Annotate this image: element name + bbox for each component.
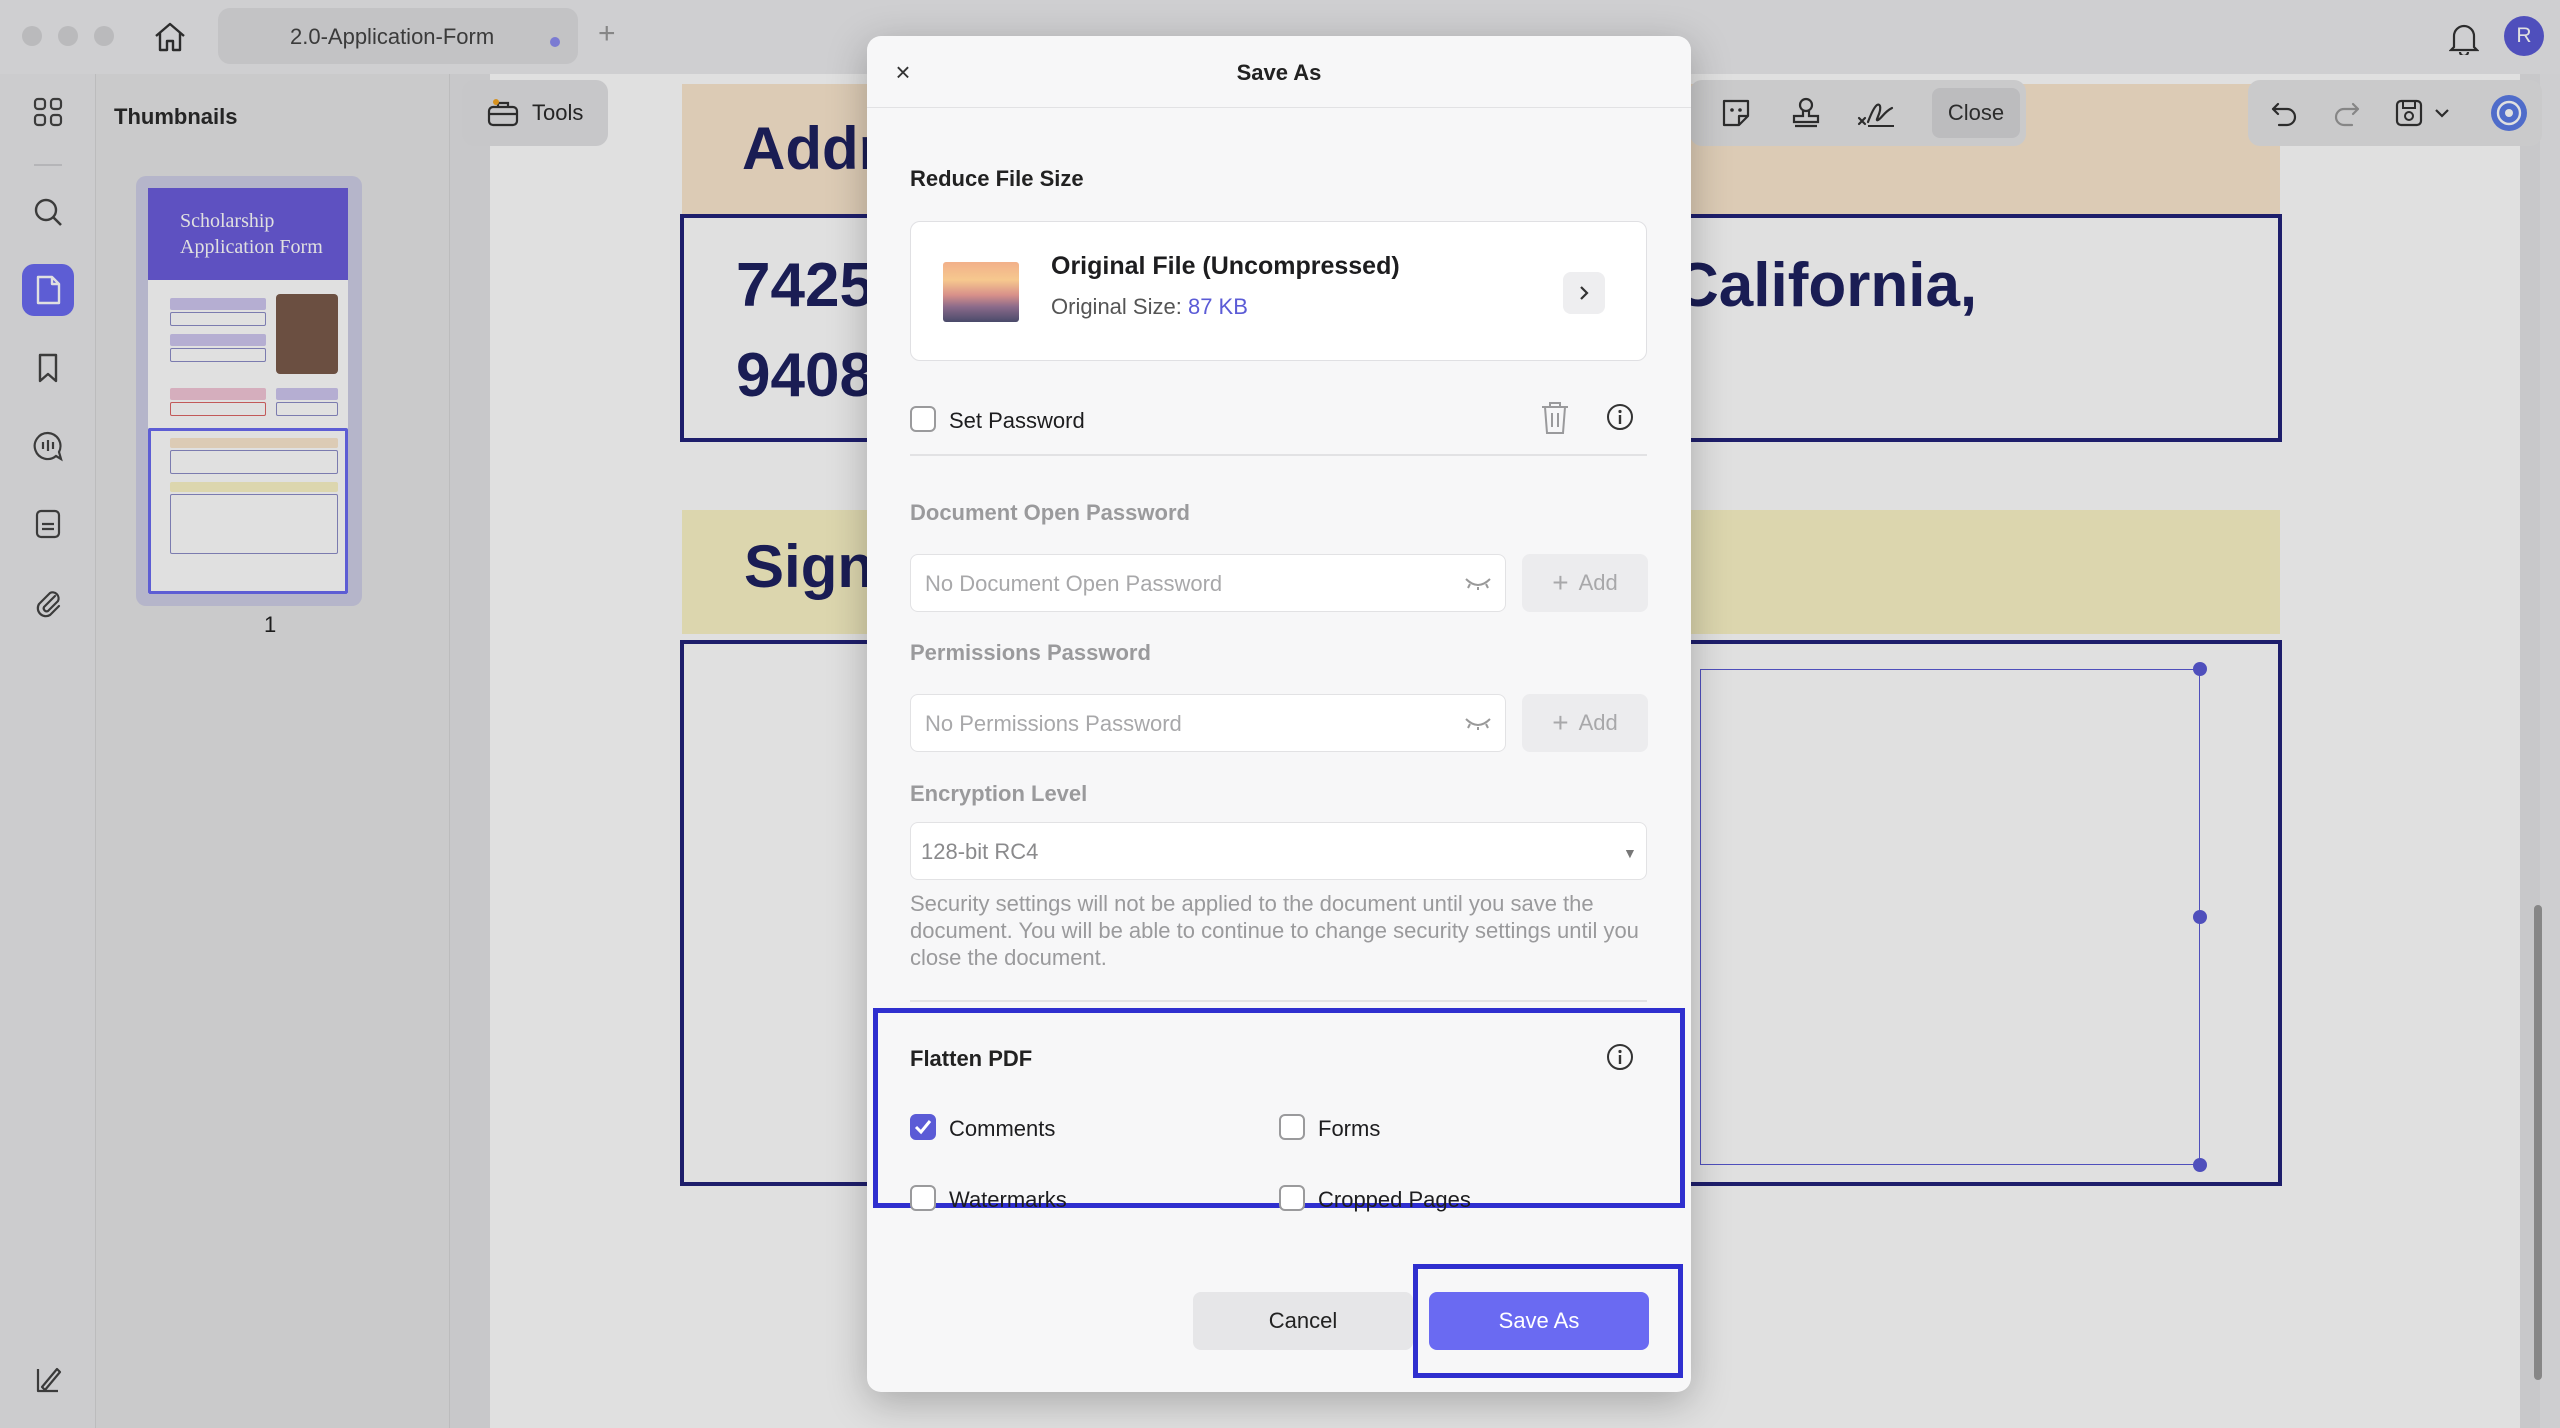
eye-closed-icon[interactable] (1464, 575, 1492, 591)
dialog-title: Save As (1236, 60, 1322, 85)
chevron-right-icon (1580, 286, 1589, 300)
flatten-forms-label: Forms (1318, 1116, 1381, 1141)
dropdown-caret-icon: ▼ (1623, 845, 1637, 861)
flatten-cropped-pages-label: Cropped Pages (1318, 1187, 1471, 1212)
save-as-dialog: × Save As Reduce File Size Original File… (867, 36, 1691, 1392)
flatten-comments-label: Comments (949, 1116, 1056, 1141)
divider (910, 454, 1647, 456)
permissions-password-placeholder: No Permissions Password (925, 711, 1182, 736)
reduce-file-size-label: Reduce File Size (910, 166, 1084, 191)
add-open-password-label: Add (1578, 570, 1618, 595)
checkmark-icon (914, 1120, 932, 1135)
file-option-expand-button[interactable] (1563, 272, 1605, 314)
add-permissions-password-label: Add (1578, 710, 1618, 735)
file-thumbnail-image (943, 262, 1019, 322)
open-password-input[interactable]: No Document Open Password (910, 554, 1506, 612)
cancel-button[interactable]: Cancel (1193, 1292, 1413, 1350)
set-password-checkbox[interactable] (910, 406, 936, 432)
file-size-label: Original Size: (1051, 294, 1182, 319)
plus-icon: + (1552, 567, 1569, 598)
flatten-highlight-box (873, 1008, 1685, 1208)
open-password-label: Document Open Password (910, 500, 1190, 525)
permissions-password-input[interactable]: No Permissions Password (910, 694, 1506, 752)
save-as-button[interactable]: Save As (1429, 1292, 1649, 1350)
info-icon (1607, 1044, 1633, 1070)
plus-icon: + (1552, 707, 1569, 738)
delete-password-button[interactable] (1539, 400, 1575, 438)
add-open-password-button[interactable]: + Add (1522, 554, 1648, 612)
flatten-comments-checkbox[interactable] (910, 1114, 936, 1140)
security-note: Security settings will not be applied to… (910, 891, 1639, 970)
trash-icon (1542, 402, 1568, 434)
file-size-value: 87 KB (1187, 294, 1248, 319)
flatten-forms-checkbox[interactable] (1279, 1114, 1305, 1140)
permissions-password-label: Permissions Password (910, 640, 1151, 665)
encryption-level-select[interactable]: 128-bit RC4 ▼ (910, 822, 1647, 880)
dialog-header: × Save As (867, 36, 1691, 108)
encryption-level-value: 128-bit RC4 (921, 839, 1039, 864)
file-size-option-card[interactable]: Original File (Uncompressed) Original Si… (910, 221, 1647, 361)
encryption-level-label: Encryption Level (910, 781, 1088, 806)
flatten-watermarks-label: Watermarks (949, 1187, 1067, 1212)
file-size-text: Original Size: 87 KB (1051, 294, 1248, 320)
flatten-info-button[interactable] (1605, 1042, 1639, 1076)
add-permissions-password-button[interactable]: + Add (1522, 694, 1648, 752)
flatten-cropped-pages-checkbox[interactable] (1279, 1185, 1305, 1211)
set-password-label: Set Password (949, 408, 1085, 433)
info-icon (1607, 404, 1633, 430)
flatten-pdf-label: Flatten PDF (910, 1046, 1033, 1071)
open-password-placeholder: No Document Open Password (925, 571, 1223, 596)
divider (910, 1000, 1647, 1002)
eye-closed-icon[interactable] (1464, 715, 1492, 731)
flatten-watermarks-checkbox[interactable] (910, 1185, 936, 1211)
password-info-button[interactable] (1605, 402, 1639, 436)
file-option-title: Original File (Uncompressed) (1051, 252, 1400, 280)
